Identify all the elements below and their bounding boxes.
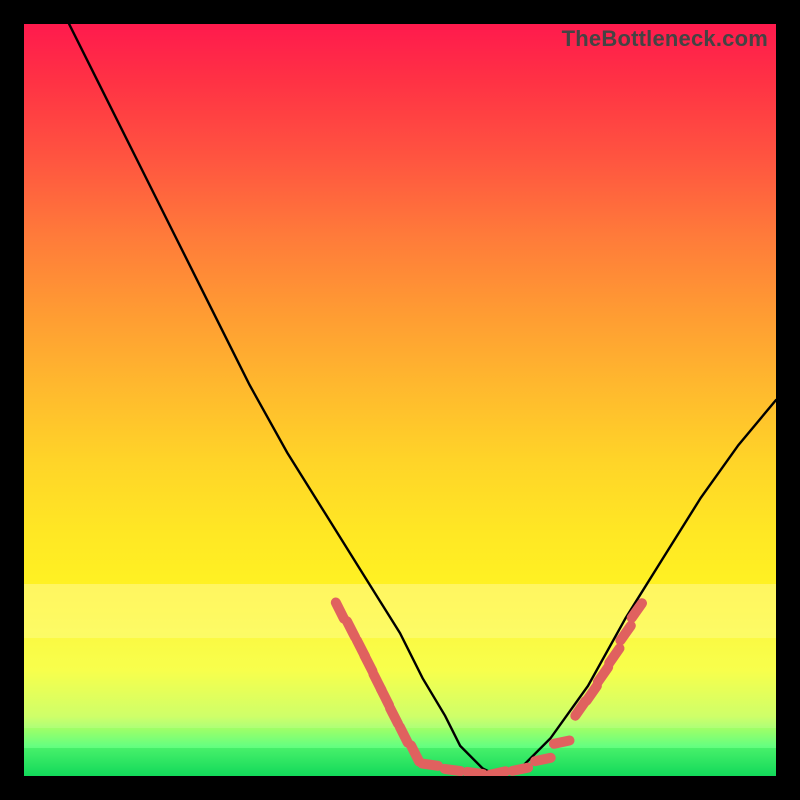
- plot-svg: [24, 24, 776, 776]
- chart-frame: TheBottleneck.com: [24, 24, 776, 776]
- highlight-dashes: [336, 603, 642, 775]
- watermark-text: TheBottleneck.com: [562, 26, 768, 52]
- bottleneck-curve: [69, 24, 776, 776]
